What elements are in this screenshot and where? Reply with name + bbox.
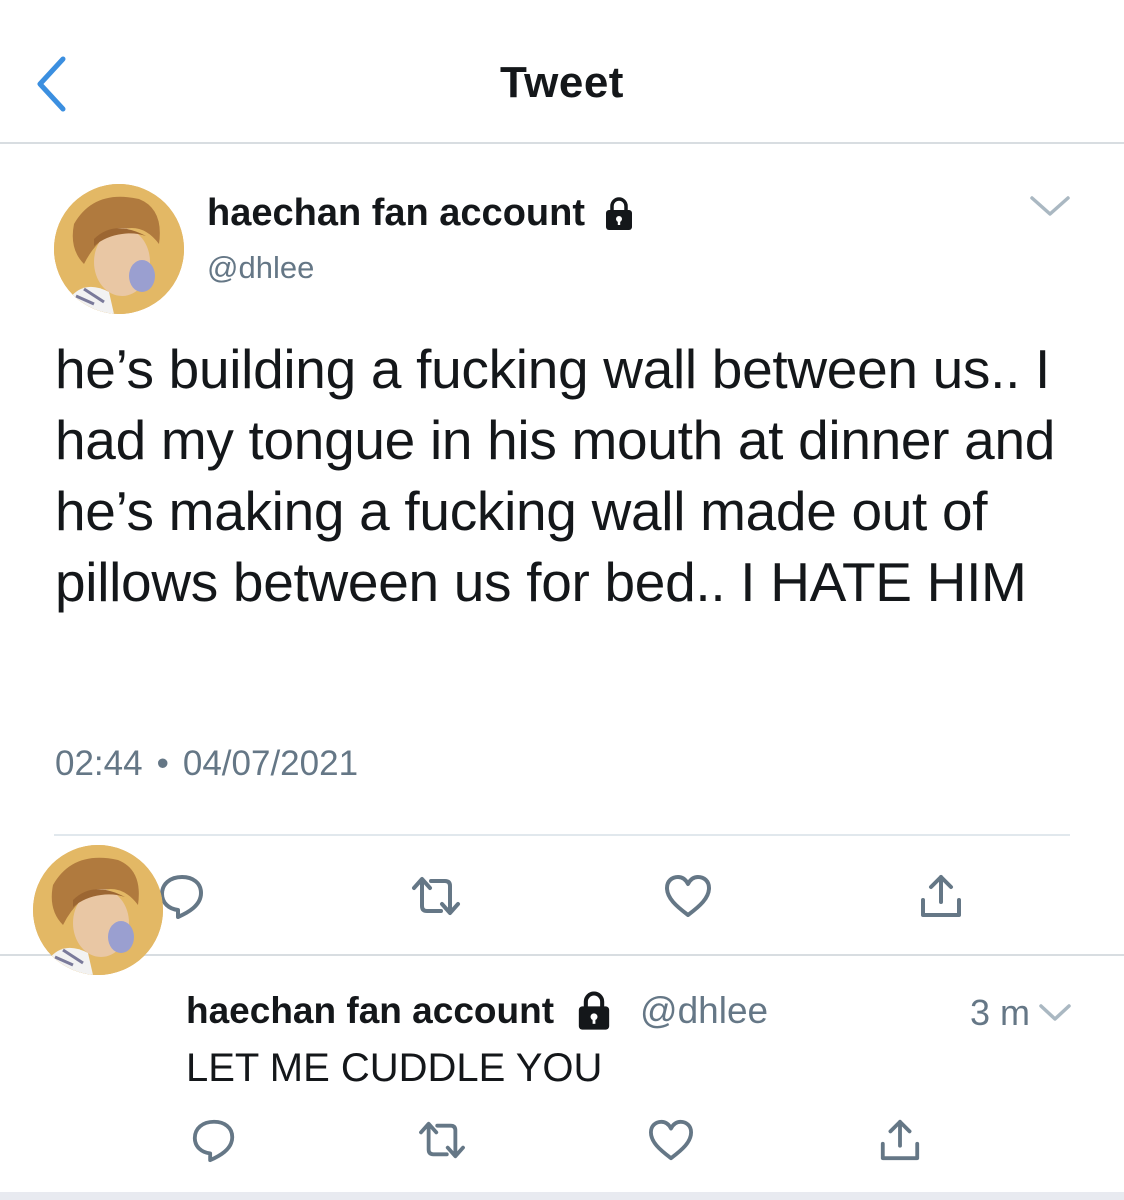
share-button[interactable] (870, 1110, 930, 1170)
retweet-button[interactable] (406, 866, 466, 926)
author-name-text: haechan fan account (186, 990, 555, 1031)
lock-icon (578, 991, 610, 1030)
lock-icon (605, 196, 632, 230)
share-button[interactable] (911, 866, 971, 926)
author-handle: @dhlee (640, 990, 769, 1031)
like-button[interactable] (658, 866, 718, 926)
like-button[interactable] (641, 1110, 701, 1170)
author-name-text: haechan fan account (207, 192, 585, 234)
avatar[interactable] (54, 184, 184, 314)
author-name[interactable]: haechan fan account (207, 192, 635, 235)
reply-text: LET ME CUDDLE YOU (186, 1046, 603, 1090)
divider (0, 954, 1124, 956)
share-icon (921, 875, 961, 917)
heart-icon (665, 875, 711, 917)
avatar-photo (54, 184, 184, 314)
retweet-icon (419, 1121, 465, 1159)
retweet-button[interactable] (412, 1110, 472, 1170)
tweet-date: 04/07/2021 (182, 744, 359, 783)
avatar[interactable] (33, 845, 163, 975)
heart-icon (649, 1119, 693, 1161)
reply-time-text: 3 m (970, 992, 1031, 1033)
share-icon (880, 1119, 920, 1161)
page-title: Tweet (500, 58, 624, 107)
tweet-timestamp: 02:44 • 04/07/2021 (55, 744, 358, 784)
tweet-text: he’s building a fucking wall between us.… (55, 338, 1071, 613)
reply-button[interactable] (184, 1110, 244, 1170)
chevron-down-icon[interactable] (1038, 1002, 1072, 1024)
bottom-strip (0, 1192, 1124, 1200)
tweet-time: 02:44 (55, 744, 143, 783)
reply-icon (192, 1119, 235, 1163)
retweet-icon (412, 877, 460, 915)
chevron-down-icon (1030, 196, 1070, 216)
reply-icon (160, 875, 203, 919)
avatar-photo (33, 845, 163, 975)
more-options-button[interactable] (1026, 186, 1074, 226)
reply-author[interactable]: haechan fan account @dhlee (186, 990, 768, 1032)
reply-timestamp: 3 m (970, 992, 1072, 1034)
main-tweet: haechan fan account @dhlee he’s building… (0, 144, 1124, 956)
timestamp-separator: • (156, 744, 169, 783)
author-handle[interactable]: @dhlee (207, 250, 314, 286)
nav-bar: Tweet (0, 0, 1124, 144)
divider (54, 834, 1070, 836)
